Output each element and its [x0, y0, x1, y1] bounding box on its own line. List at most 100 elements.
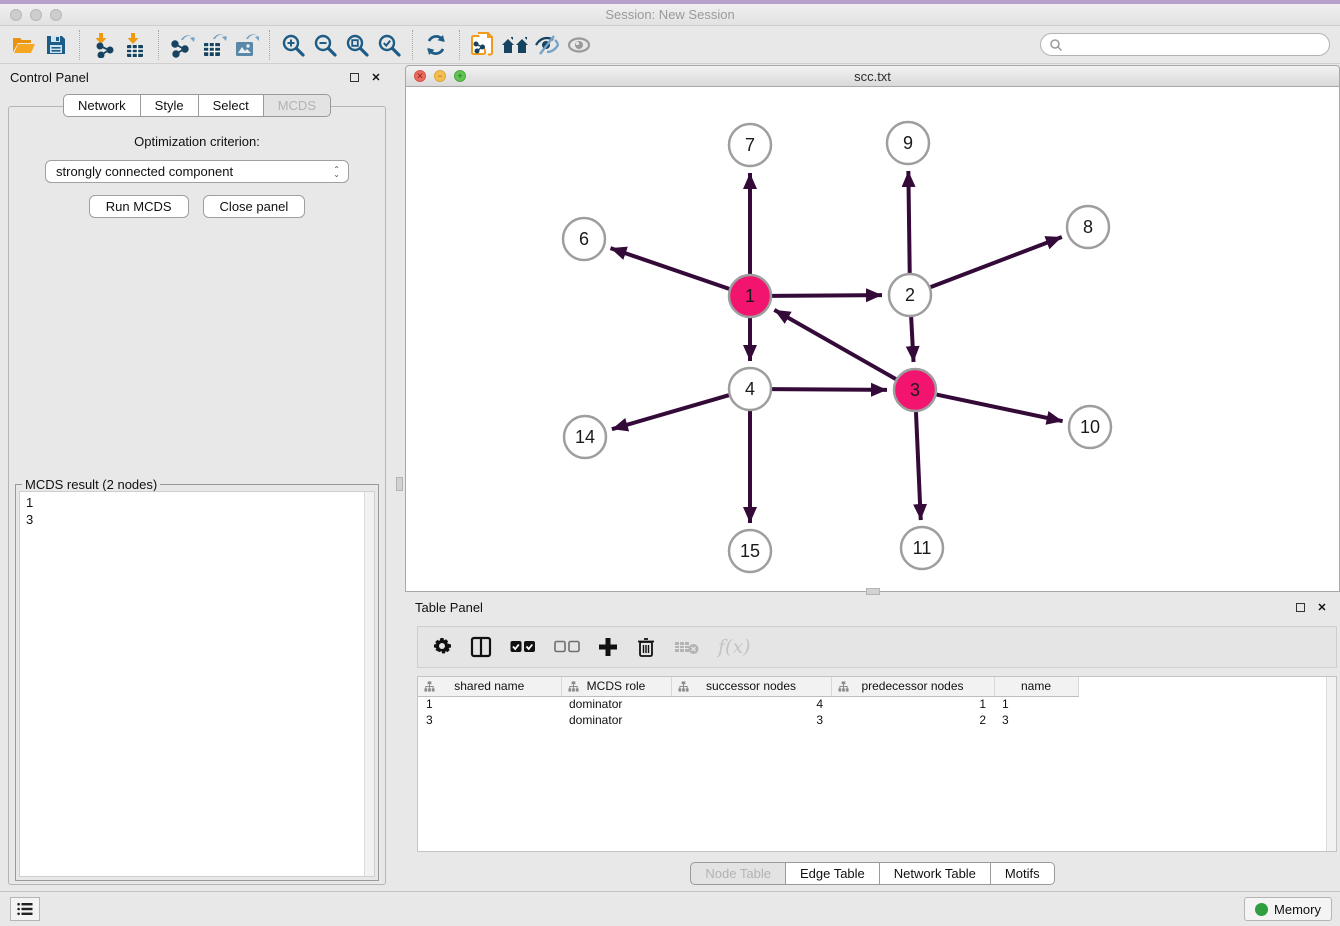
cell-name[interactable]: 1 [994, 696, 1078, 712]
graph-edge-2-3[interactable] [911, 317, 913, 362]
tab-mcds[interactable]: MCDS [264, 94, 331, 117]
column-label: predecessor nodes [861, 679, 963, 693]
horizontal-splitter-handle[interactable] [866, 588, 880, 595]
export-image-button[interactable] [230, 30, 262, 60]
apply-layout-button[interactable] [420, 30, 452, 60]
mcds-result-list[interactable]: 1 3 [19, 491, 375, 877]
network-canvas[interactable]: 7968124314101511 [405, 87, 1340, 592]
function-builder-button[interactable]: f(x) [718, 634, 751, 660]
zoom-selected-button[interactable] [373, 30, 405, 60]
cell-shared-name[interactable]: 3 [418, 712, 561, 728]
table-panel-title: Table Panel [415, 600, 1286, 615]
column-header-mcds-role[interactable]: MCDS role [561, 677, 671, 696]
zoom-in-icon [280, 32, 306, 58]
column-header-successor-nodes[interactable]: successor nodes [671, 677, 831, 696]
graph-edge-4-3[interactable] [772, 389, 887, 390]
table-header-row: shared name MCDS role successor nodes pr… [418, 677, 1078, 696]
home-button[interactable] [499, 30, 531, 60]
cell-mcds-role[interactable]: dominator [561, 712, 671, 728]
vertical-splitter-handle[interactable] [396, 477, 403, 491]
create-column-button[interactable] [598, 634, 618, 660]
criterion-select[interactable]: strongly connected component ⌃⌄ [45, 160, 349, 183]
criterion-selected-value: strongly connected component [56, 164, 333, 179]
memory-status-icon [1255, 903, 1268, 916]
search-input[interactable] [1063, 36, 1329, 54]
delete-table-button[interactable] [674, 634, 700, 660]
mcds-result-group: MCDS result (2 nodes) 1 3 [15, 484, 379, 881]
tab-style[interactable]: Style [141, 94, 199, 117]
column-settings-button[interactable] [432, 634, 452, 660]
tab-motifs[interactable]: Motifs [991, 862, 1055, 885]
graph-edge-2-8[interactable] [931, 237, 1062, 287]
graph-edge-2-9[interactable] [908, 171, 909, 273]
show-panels-button[interactable] [563, 30, 595, 60]
deselect-all-columns-button[interactable] [554, 634, 580, 660]
tab-edge-table[interactable]: Edge Table [786, 862, 880, 885]
task-history-button[interactable] [10, 897, 40, 921]
graph-edge-1-6[interactable] [610, 248, 729, 289]
import-network-button[interactable] [87, 30, 119, 60]
open-folder-icon [11, 33, 37, 57]
eye-slash-icon [533, 33, 561, 57]
run-mcds-button[interactable]: Run MCDS [89, 195, 189, 218]
graph-edge-1-2[interactable] [772, 295, 882, 296]
import-table-button[interactable] [119, 30, 151, 60]
export-table-button[interactable] [198, 30, 230, 60]
graph-edge-3-11[interactable] [916, 412, 921, 520]
status-bar: Memory [0, 891, 1340, 926]
float-panel-icon[interactable] [346, 69, 362, 85]
zoom-fit-button[interactable] [341, 30, 373, 60]
app-titlebar: Session: New Session [0, 4, 1340, 26]
cell-predecessor-nodes[interactable]: 2 [831, 712, 994, 728]
memory-button[interactable]: Memory [1244, 897, 1332, 921]
graph-edges [610, 171, 1062, 523]
close-table-panel-icon[interactable]: ✕ [1314, 599, 1330, 615]
tab-network-table[interactable]: Network Table [880, 862, 991, 885]
mcds-result-item: 1 [26, 494, 374, 511]
cell-mcds-role[interactable]: dominator [561, 696, 671, 712]
cell-name[interactable]: 3 [994, 712, 1078, 728]
graph-edge-4-14[interactable] [612, 395, 729, 429]
cell-predecessor-nodes[interactable]: 1 [831, 696, 994, 712]
table-scrollbar[interactable] [1326, 677, 1336, 851]
zoom-fit-icon [344, 32, 370, 58]
graph-node-label-14: 14 [575, 427, 595, 447]
network-graph[interactable]: 7968124314101511 [406, 87, 1339, 590]
column-header-shared-name[interactable]: shared name [418, 677, 561, 696]
hide-panels-button[interactable] [531, 30, 563, 60]
graph-edge-3-10[interactable] [937, 395, 1063, 422]
tab-select[interactable]: Select [199, 94, 264, 117]
column-label: shared name [454, 679, 524, 693]
table-row[interactable]: 3 dominator 3 2 3 [418, 712, 1078, 728]
close-panel-button[interactable]: Close panel [203, 195, 306, 218]
import-network-icon [90, 32, 116, 58]
select-all-columns-button[interactable] [510, 634, 536, 660]
main-toolbar [0, 26, 1340, 64]
export-network-button[interactable] [166, 30, 198, 60]
cell-successor-nodes[interactable]: 4 [671, 696, 831, 712]
column-header-predecessor-nodes[interactable]: predecessor nodes [831, 677, 994, 696]
export-network-icon [169, 32, 195, 58]
mcds-result-title: MCDS result (2 nodes) [22, 477, 160, 492]
column-header-name[interactable]: name [994, 677, 1078, 696]
float-table-panel-icon[interactable] [1292, 599, 1308, 615]
result-scrollbar[interactable] [364, 492, 374, 876]
zoom-in-button[interactable] [277, 30, 309, 60]
network-overview-button[interactable] [467, 30, 499, 60]
table-row[interactable]: 1 dominator 4 1 1 [418, 696, 1078, 712]
close-panel-icon[interactable]: ✕ [368, 69, 384, 85]
table-toolbar: f(x) [417, 626, 1337, 668]
column-label: successor nodes [706, 679, 796, 693]
save-session-button[interactable] [40, 30, 72, 60]
open-session-button[interactable] [8, 30, 40, 60]
node-table-container: shared name MCDS role successor nodes pr… [417, 676, 1337, 852]
cell-shared-name[interactable]: 1 [418, 696, 561, 712]
tab-node-table[interactable]: Node Table [690, 862, 786, 885]
columns-icon [470, 636, 492, 658]
zoom-out-button[interactable] [309, 30, 341, 60]
tab-network[interactable]: Network [63, 94, 141, 117]
show-column-layout-button[interactable] [470, 634, 492, 660]
delete-column-button[interactable] [636, 634, 656, 660]
cell-successor-nodes[interactable]: 3 [671, 712, 831, 728]
graph-edge-3-1[interactable] [774, 310, 896, 379]
